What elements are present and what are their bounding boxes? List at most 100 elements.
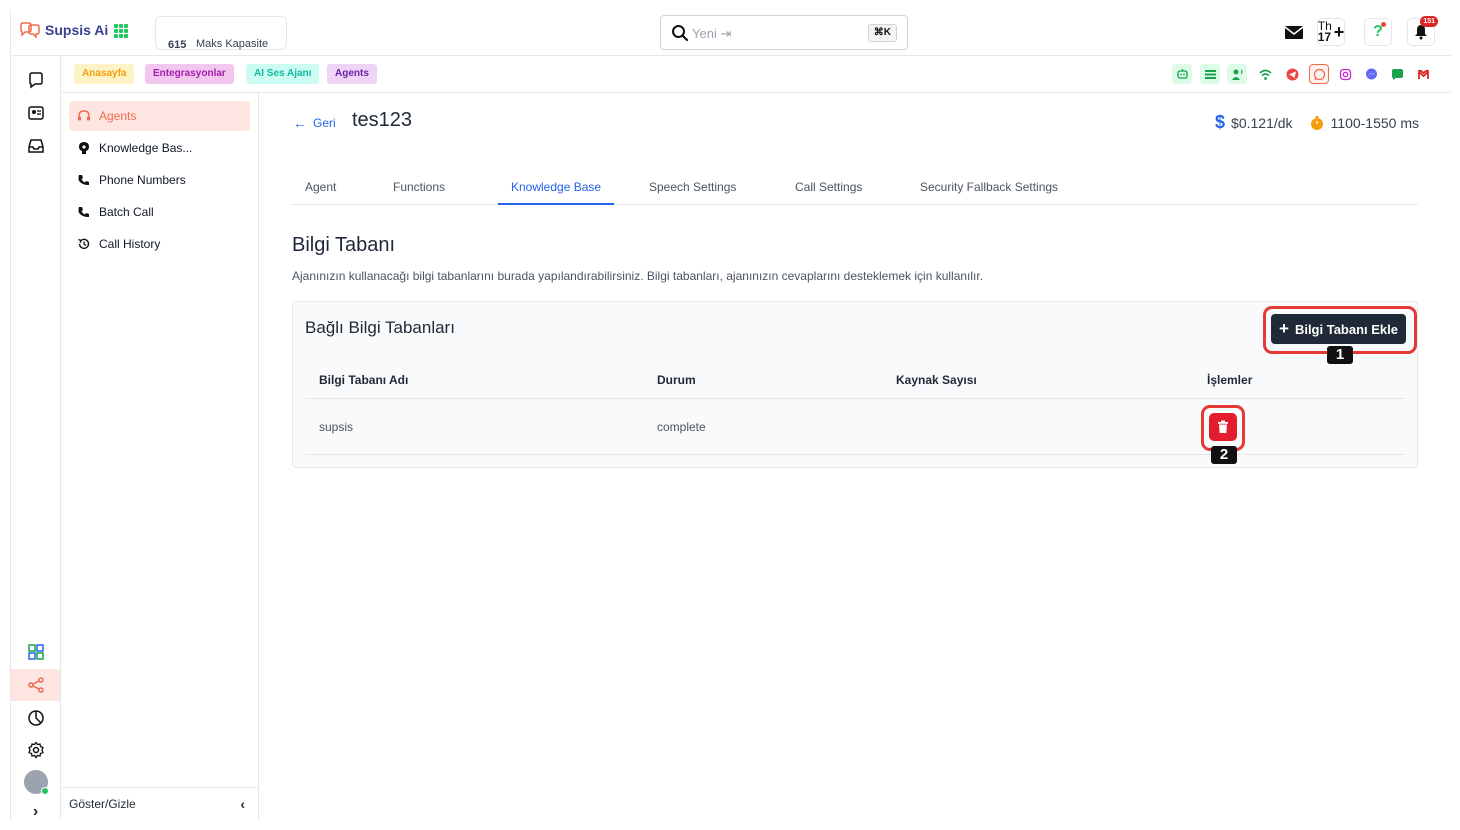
- knowledge-base-card: Bağlı Bilgi Tabanları + Bilgi Tabanı Ekl…: [292, 301, 1418, 468]
- brain-icon: [79, 142, 89, 154]
- avatar: [23, 770, 49, 795]
- history-icon: [78, 238, 90, 250]
- plus-icon: +: [1333, 21, 1345, 42]
- tab-agent[interactable]: Agent: [292, 163, 349, 205]
- section-description: Ajanınızın kullanacağı bilgi tabanlarını…: [292, 269, 984, 283]
- notifications-button[interactable]: 151: [1407, 16, 1438, 46]
- row-status: complete: [657, 419, 706, 434]
- icon-rail: ›: [11, 56, 61, 820]
- sidebar-item-batch-call[interactable]: Batch Call: [69, 197, 250, 227]
- delete-button[interactable]: [1209, 413, 1237, 441]
- agent-metrics: $ $0.121/dk 1100-1550 ms: [1215, 112, 1419, 133]
- capacity-widget: 615 Maks Kapasite: [155, 16, 287, 51]
- sidebar-item-label: Agents: [99, 109, 137, 123]
- table-header: Bilgi Tabanı Adı Durum Kaynak Sayısı İşl…: [305, 362, 1405, 399]
- search-icon: [672, 25, 689, 42]
- rail-inbox-button[interactable]: [11, 130, 60, 162]
- mail-icon: [1284, 26, 1304, 39]
- sidebar-item-label: Knowledge Bas...: [99, 141, 193, 155]
- user-avatar[interactable]: [11, 766, 60, 798]
- sidebar-item-phone-numbers[interactable]: Phone Numbers: [69, 165, 250, 195]
- plus-icon: +: [1279, 319, 1289, 338]
- chevron-left-icon: ‹: [240, 796, 245, 812]
- voice-agent-icon[interactable]: [1227, 64, 1247, 84]
- search-placeholder: Yeni ⇥: [692, 26, 732, 41]
- logo[interactable]: Supsis Ai: [19, 22, 109, 39]
- phone-icon: [78, 175, 89, 186]
- rail-settings-button[interactable]: [11, 734, 60, 766]
- column-header-name: Bilgi Tabanı Adı: [319, 373, 409, 387]
- secondary-sidebar: Agents Knowledge Bas... Phone Numbers Ba…: [61, 93, 259, 820]
- mail-button[interactable]: [1283, 18, 1305, 51]
- chip-agents[interactable]: Agents: [327, 64, 377, 84]
- logo-icon: [19, 22, 41, 39]
- card-title: Bağlı Bilgi Tabanları: [305, 318, 455, 337]
- capacity-value: 615: [168, 39, 187, 51]
- whatsapp-icon[interactable]: [1309, 64, 1329, 84]
- column-header-status: Durum: [657, 373, 696, 387]
- help-dot: [1381, 22, 1386, 27]
- inbox-icon: [27, 139, 44, 153]
- annotation-label-2: 2: [1211, 446, 1237, 464]
- latency-value: 1100-1550 ms: [1330, 114, 1419, 131]
- rail-reports-button[interactable]: [11, 702, 60, 734]
- sidebar-toggle-label: Göster/Gizle: [69, 797, 136, 811]
- messenger-icon[interactable]: [1361, 64, 1381, 84]
- wifi-icon[interactable]: [1255, 64, 1275, 84]
- section-title: Bilgi Tabanı: [292, 234, 396, 256]
- apps-grid-icon[interactable]: [114, 24, 128, 38]
- stopwatch-icon: [1310, 115, 1323, 130]
- sidebar-item-agents[interactable]: Agents: [69, 101, 250, 131]
- top-bar: Supsis Ai 615 Maks Kapasite Yeni ⇥ ⌘K Th…: [11, 10, 1451, 56]
- app-window: Supsis Ai 615 Maks Kapasite Yeni ⇥ ⌘K Th…: [10, 10, 1451, 820]
- dollar-icon: $: [1215, 112, 1226, 132]
- rail-expand-button[interactable]: ›: [11, 796, 60, 828]
- dashboard-icon: [27, 644, 44, 660]
- tab-knowledge-base[interactable]: Knowledge Base: [498, 163, 615, 205]
- chip-entegrasyonlar[interactable]: Entegrasyonlar: [145, 64, 234, 84]
- add-knowledge-base-button[interactable]: + Bilgi Tabanı Ekle: [1271, 314, 1406, 344]
- tab-speech-settings[interactable]: Speech Settings: [636, 163, 749, 205]
- rail-contacts-button[interactable]: [11, 97, 60, 129]
- list-icon[interactable]: [1200, 64, 1220, 84]
- arrow-left-icon: ←: [293, 115, 307, 131]
- online-status-dot: [40, 787, 49, 795]
- sidebar-toggle[interactable]: Göster/Gizle ‹: [61, 787, 259, 820]
- rail-chat-button[interactable]: [11, 64, 60, 96]
- chatbot-icon[interactable]: [1172, 64, 1192, 84]
- rail-dashboard-button[interactable]: [11, 636, 60, 668]
- language-button[interactable]: Th 17 +: [1317, 18, 1345, 46]
- sms-icon[interactable]: [1387, 64, 1407, 84]
- price-value: $0.121/dk: [1231, 114, 1293, 131]
- main-content: ← Geri tes123 $ $0.121/dk 1100-1550 ms A…: [259, 93, 1451, 820]
- price-metric: $ $0.121/dk: [1215, 112, 1293, 133]
- rail-integrations-button[interactable]: [11, 669, 60, 701]
- search-input[interactable]: Yeni ⇥ ⌘K: [660, 15, 908, 50]
- contact-card-icon: [27, 106, 44, 120]
- pie-chart-icon: [27, 710, 44, 726]
- gear-icon: [27, 741, 44, 759]
- chip-anasayfa[interactable]: Anasayfa: [74, 64, 135, 84]
- sidebar-item-label: Batch Call: [99, 205, 154, 219]
- table-row: supsis complete 2: [305, 399, 1405, 464]
- notification-badge: 151: [1420, 16, 1438, 27]
- instagram-icon[interactable]: [1335, 64, 1355, 84]
- capacity-label: Maks Kapasite: [196, 38, 269, 50]
- gmail-icon[interactable]: [1413, 64, 1433, 84]
- chevron-right-icon: ›: [32, 803, 39, 820]
- sidebar-item-knowledge-base[interactable]: Knowledge Bas...: [69, 133, 250, 163]
- sidebar-item-call-history[interactable]: Call History: [69, 229, 250, 259]
- back-button[interactable]: ← Geri: [293, 115, 336, 131]
- latency-metric: 1100-1550 ms: [1309, 115, 1419, 131]
- page-title: tes123: [352, 109, 413, 131]
- tab-security-fallback-settings[interactable]: Security Fallback Settings: [907, 163, 1071, 205]
- trash-icon: [1218, 420, 1228, 433]
- tab-functions[interactable]: Functions: [380, 163, 458, 205]
- share-icon: [27, 677, 44, 693]
- logo-text: Supsis Ai: [45, 22, 109, 38]
- telegram-icon[interactable]: [1282, 64, 1302, 84]
- help-button[interactable]: ?: [1364, 18, 1392, 46]
- column-header-actions: İşlemler: [1207, 373, 1253, 387]
- chip-ai-ses-ajani[interactable]: AI Ses Ajanı: [246, 64, 320, 84]
- tab-call-settings[interactable]: Call Settings: [782, 163, 875, 205]
